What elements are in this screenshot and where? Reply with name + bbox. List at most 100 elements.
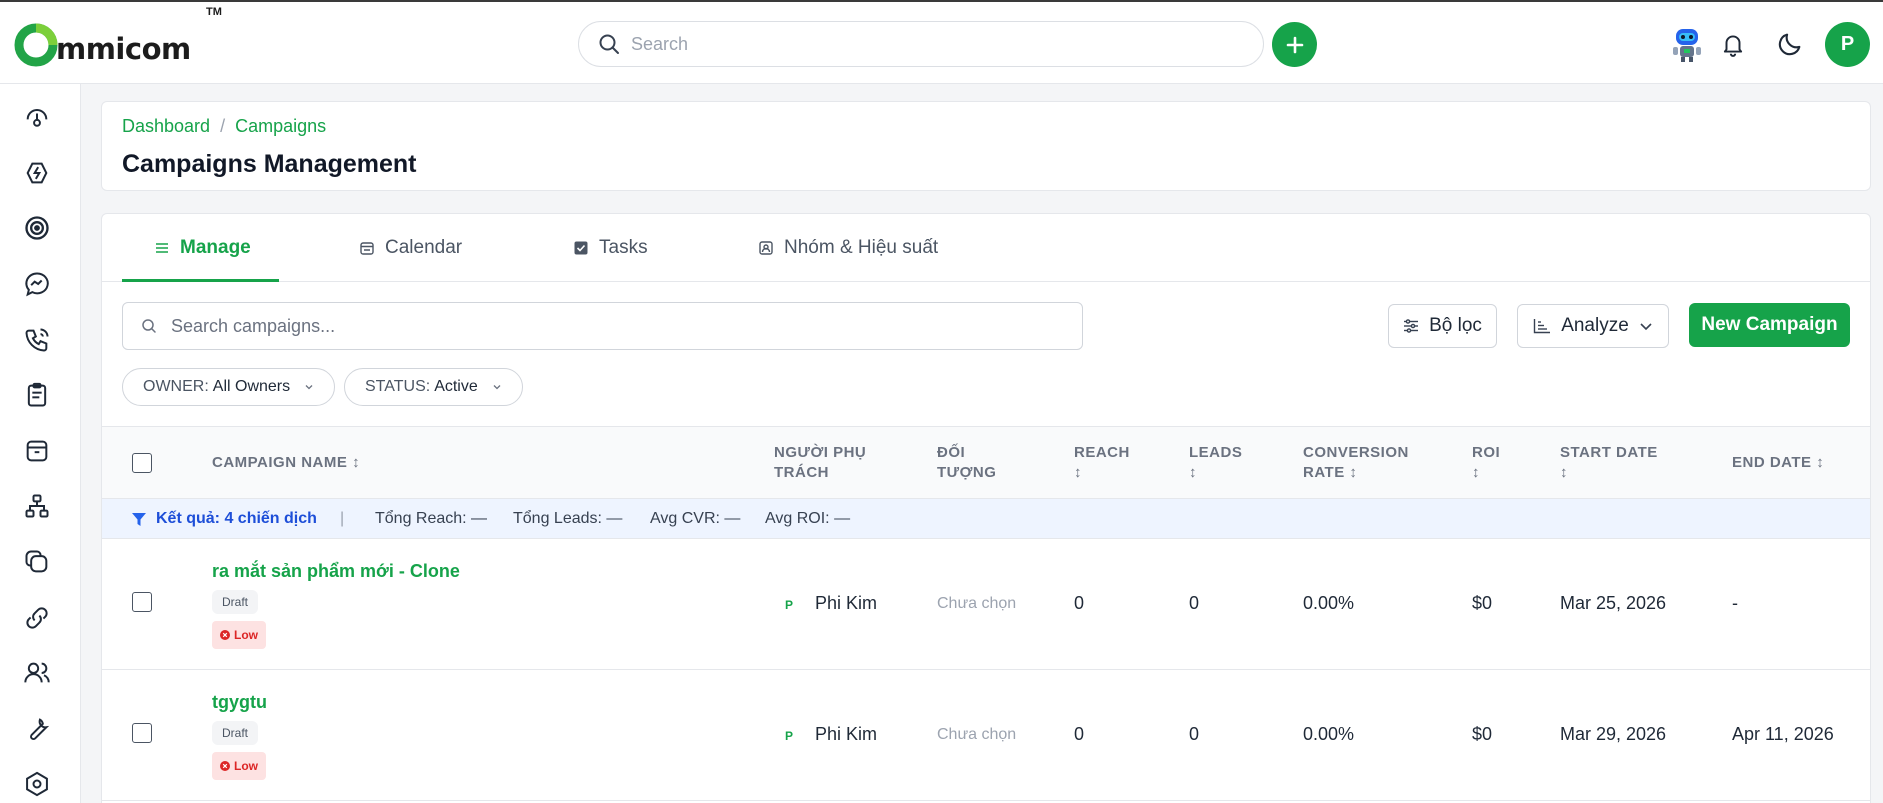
column-reach[interactable]: REACH ↕: [1074, 443, 1130, 483]
campaigns-panel: Manage Calendar Tasks Nhóm & Hiệu suất B…: [101, 213, 1871, 803]
column-roi[interactable]: ROI ↕: [1472, 443, 1500, 483]
robot-icon: [1673, 29, 1701, 62]
select-all-checkbox[interactable]: [132, 453, 152, 473]
roi-value: $0: [1472, 724, 1493, 744]
analyze-dropdown[interactable]: Analyze: [1517, 304, 1669, 348]
tab-manage-label: Manage: [180, 237, 251, 258]
breadcrumb-dashboard[interactable]: Dashboard: [122, 116, 210, 137]
tab-calendar[interactable]: Calendar: [359, 214, 462, 282]
sidebar-item-organization[interactable]: [18, 487, 56, 525]
target-value: Chưa chọn: [937, 726, 1017, 743]
sidebar-item-messages[interactable]: [18, 265, 56, 303]
link-icon: [26, 607, 48, 629]
column-target-label-line1: ĐỐI: [937, 444, 966, 461]
campaign-name-link[interactable]: tgygtu: [212, 692, 267, 713]
theme-toggle-button[interactable]: [1770, 24, 1810, 64]
column-campaign-name[interactable]: CAMPAIGN NAME ↕: [212, 453, 360, 473]
column-conversion-label-line2: RATE: [1303, 464, 1345, 481]
owner-name: Phi Kim: [815, 593, 878, 613]
chevron-down-icon: [1640, 323, 1652, 331]
close-circle-icon: [220, 630, 230, 640]
dashboard-gauge-icon: [26, 109, 48, 127]
page-title: Campaigns Management: [122, 150, 417, 178]
tab-tasks-label: Tasks: [599, 237, 648, 258]
column-conversion-rate[interactable]: CONVERSION RATE ↕: [1303, 443, 1409, 483]
sidebar-item-integrations[interactable]: [18, 154, 56, 192]
end-date-value: Apr 11, 2026: [1732, 724, 1834, 744]
table-row[interactable]: tgygtu Draft Low P Phi Kim Chưa chọn 0 0…: [102, 670, 1870, 801]
logo[interactable]: mmicom: [14, 20, 191, 70]
tab-calendar-label: Calendar: [385, 237, 463, 258]
global-search[interactable]: [578, 21, 1264, 67]
filter-button[interactable]: Bộ lọc: [1388, 304, 1497, 348]
sidebar-item-tools[interactable]: [18, 710, 56, 748]
sort-icon: ↕: [1349, 464, 1358, 481]
reach-value: 0: [1074, 593, 1085, 613]
sidebar-item-assets[interactable]: [18, 543, 56, 581]
ai-assistant-button[interactable]: [1667, 24, 1707, 64]
summary-avg-roi: Avg ROI: —: [765, 510, 851, 527]
sliders-icon: [1404, 319, 1419, 333]
logo-text: mmicom: [56, 32, 191, 66]
summary-total-leads: Tổng Leads: —: [513, 510, 623, 527]
column-reach-label: REACH: [1074, 444, 1130, 461]
search-icon: [142, 319, 156, 333]
chevron-down-icon: [305, 385, 313, 390]
campaign-search-input[interactable]: [171, 315, 1051, 337]
tab-manage[interactable]: Manage: [154, 214, 251, 282]
sidebar-item-calls[interactable]: [18, 321, 56, 359]
sort-icon: ↕: [1074, 464, 1082, 481]
moon-icon: [1778, 33, 1801, 56]
quick-add-button[interactable]: [1272, 22, 1317, 67]
column-leads[interactable]: LEADS ↕: [1189, 443, 1242, 483]
column-target-label-line2: TƯỢNG: [937, 464, 997, 481]
column-roi-label: ROI: [1472, 444, 1501, 461]
plus-icon: [1286, 36, 1303, 53]
sidebar-item-settings[interactable]: [18, 765, 56, 803]
column-end-date[interactable]: END DATE ↕: [1732, 453, 1824, 473]
bell-icon: [1723, 35, 1743, 57]
status-filter-pill[interactable]: STATUS: Active: [344, 368, 523, 406]
campaign-name-link[interactable]: ra mắt sản phẩm mới - Clone: [212, 561, 460, 582]
column-start-date[interactable]: START DATE ↕: [1560, 443, 1658, 483]
sidebar-item-archive[interactable]: [18, 432, 56, 470]
sidebar-item-goals[interactable]: [18, 209, 56, 247]
row-checkbox[interactable]: [132, 723, 152, 743]
breadcrumb-campaigns[interactable]: Campaigns: [235, 116, 326, 137]
column-conversion-label-line1: CONVERSION: [1303, 444, 1409, 461]
column-end-date-label: END DATE: [1732, 454, 1812, 471]
sidebar-item-dashboard[interactable]: [18, 98, 56, 136]
owner-initial: P: [785, 598, 794, 612]
breadcrumb-separator: /: [220, 116, 226, 136]
campaign-search[interactable]: [122, 302, 1083, 350]
user-avatar[interactable]: P: [1825, 22, 1870, 67]
sidebar-item-tasks[interactable]: [18, 376, 56, 414]
owner-filter-pill[interactable]: OWNER: All Owners: [122, 368, 336, 406]
sidebar-item-contacts[interactable]: [18, 654, 56, 692]
notifications-button[interactable]: [1713, 24, 1753, 64]
integrations-icon: [26, 162, 48, 184]
table-header: CAMPAIGN NAME ↕ NGƯỜI PHỤ TRÁCH ĐỐI TƯỢN…: [102, 426, 1870, 499]
sort-icon: ↕: [352, 454, 361, 471]
tab-teams-performance-label: Nhóm & Hiệu suất: [784, 237, 939, 258]
tab-tasks[interactable]: Tasks: [573, 214, 648, 282]
results-summary: Kết quả: 4 chiến dịch | Tổng Reach: — Tổ…: [102, 499, 1870, 539]
column-owner-label-line1: NGƯỜI PHỤ: [774, 444, 867, 461]
owner-name: Phi Kim: [815, 724, 878, 744]
sidebar-item-links[interactable]: [18, 599, 56, 637]
stacked-shapes-icon: [25, 550, 48, 573]
row-checkbox[interactable]: [132, 592, 152, 612]
new-campaign-button[interactable]: New Campaign: [1689, 303, 1850, 347]
tab-teams-performance[interactable]: Nhóm & Hiệu suất: [758, 214, 938, 282]
breadcrumb: Dashboard / Campaigns: [122, 116, 326, 137]
start-date-value: Mar 29, 2026: [1560, 724, 1667, 744]
wrench-icon: [30, 718, 50, 740]
conversion-rate-value: 0.00%: [1303, 593, 1355, 613]
active-tab-indicator: [122, 279, 279, 282]
page-header: Dashboard / Campaigns Campaigns Manageme…: [101, 101, 1871, 191]
messenger-icon: [25, 272, 49, 297]
status-badge: Draft: [212, 590, 259, 614]
global-search-input[interactable]: [631, 33, 1191, 55]
settings-hex-icon: [26, 771, 48, 797]
table-row[interactable]: ra mắt sản phẩm mới - Clone Draft Low P …: [102, 539, 1870, 670]
